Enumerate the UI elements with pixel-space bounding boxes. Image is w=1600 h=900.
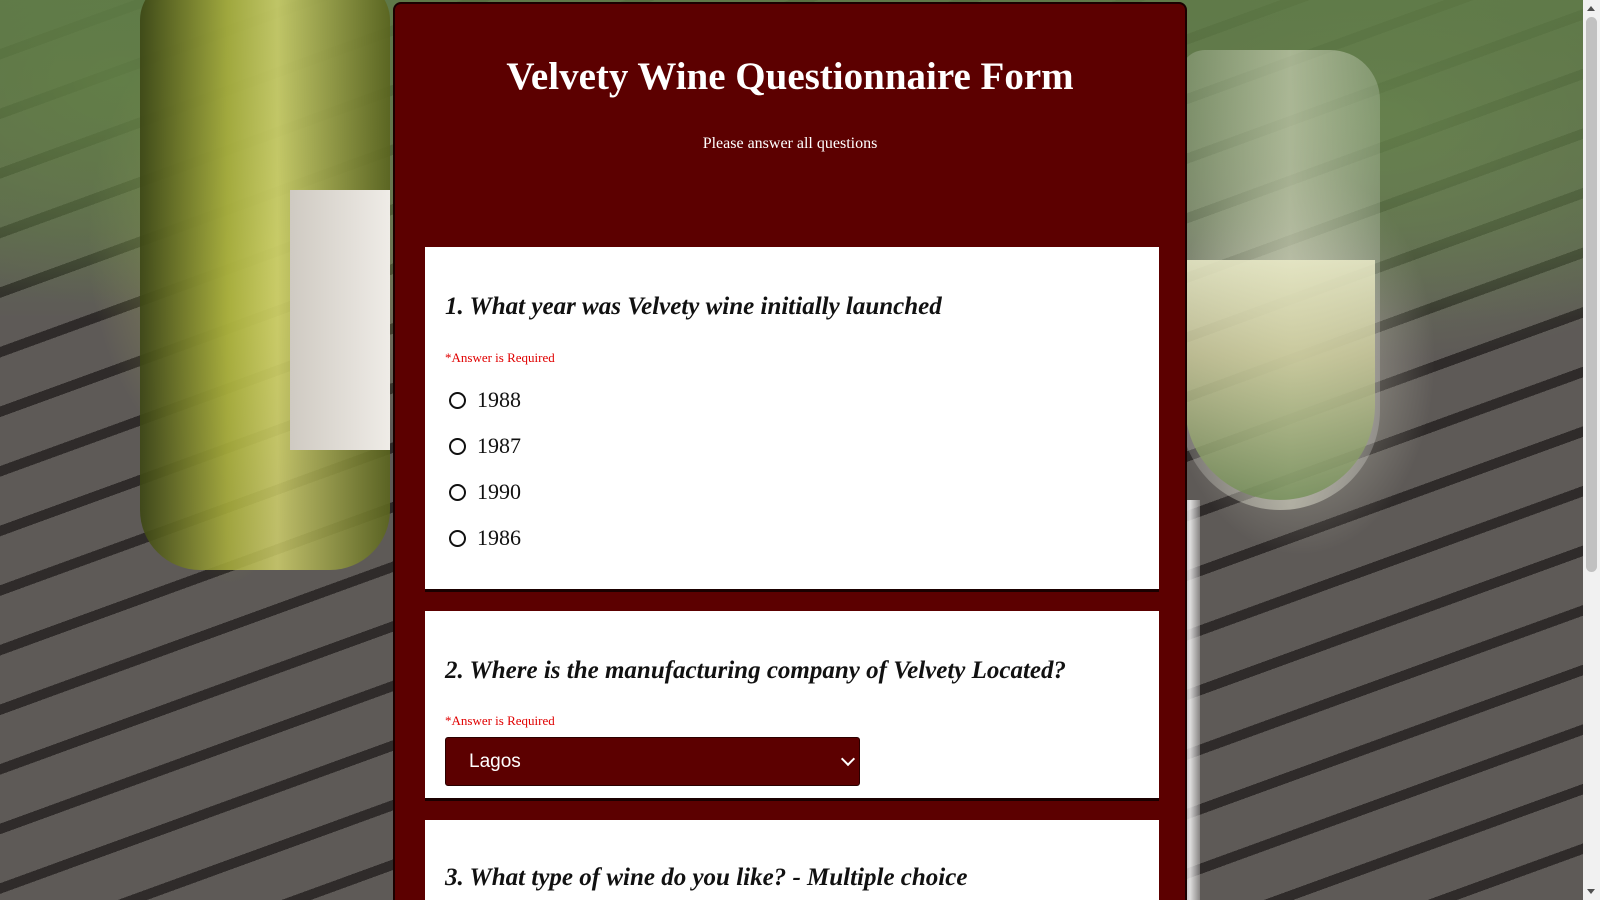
question-card-3: 3. What type of wine do you like? - Mult… <box>425 820 1159 900</box>
location-select-value: Lagos <box>469 750 521 772</box>
required-note: *Answer is Required <box>445 350 555 365</box>
page-scrollbar[interactable] <box>1583 0 1600 900</box>
question-1-text: 1. What year was Velvety wine initially … <box>445 293 942 320</box>
radio-option-label[interactable]: 1990 <box>477 479 521 505</box>
radio-button[interactable] <box>449 483 466 501</box>
wine-in-glass-image <box>1185 260 1375 500</box>
radio-button[interactable] <box>449 391 466 409</box>
radio-group-year: 1988 1987 1990 1986 <box>449 377 521 561</box>
scroll-down-arrow-icon[interactable] <box>1587 889 1595 894</box>
form-subtitle: Please answer all questions <box>702 135 878 152</box>
question-3-text: 3. What type of wine do you like? - Mult… <box>445 864 968 891</box>
location-select[interactable]: Lagos <box>445 737 860 786</box>
required-note: *Answer is Required <box>445 713 555 728</box>
question-card-2: 2. Where is the manufacturing company of… <box>425 611 1159 798</box>
radio-option-label[interactable]: 1988 <box>477 387 521 413</box>
question-2-text: 2. Where is the manufacturing company of… <box>445 657 1067 684</box>
radio-button[interactable] <box>449 529 466 547</box>
radio-option[interactable]: 1986 <box>449 515 521 561</box>
radio-option-label[interactable]: 1986 <box>477 525 521 551</box>
radio-option[interactable]: 1990 <box>449 469 521 515</box>
radio-option[interactable]: 1987 <box>449 423 521 469</box>
radio-option[interactable]: 1988 <box>449 377 521 423</box>
radio-button[interactable] <box>449 437 466 455</box>
scrollbar-thumb[interactable] <box>1586 17 1597 572</box>
bottle-label-image <box>290 190 390 450</box>
questionnaire-form: Velvety Wine Questionnaire Form Please a… <box>393 2 1187 900</box>
scroll-up-arrow-icon[interactable] <box>1587 6 1595 11</box>
radio-option-label[interactable]: 1987 <box>477 433 521 459</box>
question-card-1: 1. What year was Velvety wine initially … <box>425 247 1159 589</box>
form-title: Velvety Wine Questionnaire Form <box>506 55 1074 98</box>
chevron-down-icon <box>840 751 856 767</box>
